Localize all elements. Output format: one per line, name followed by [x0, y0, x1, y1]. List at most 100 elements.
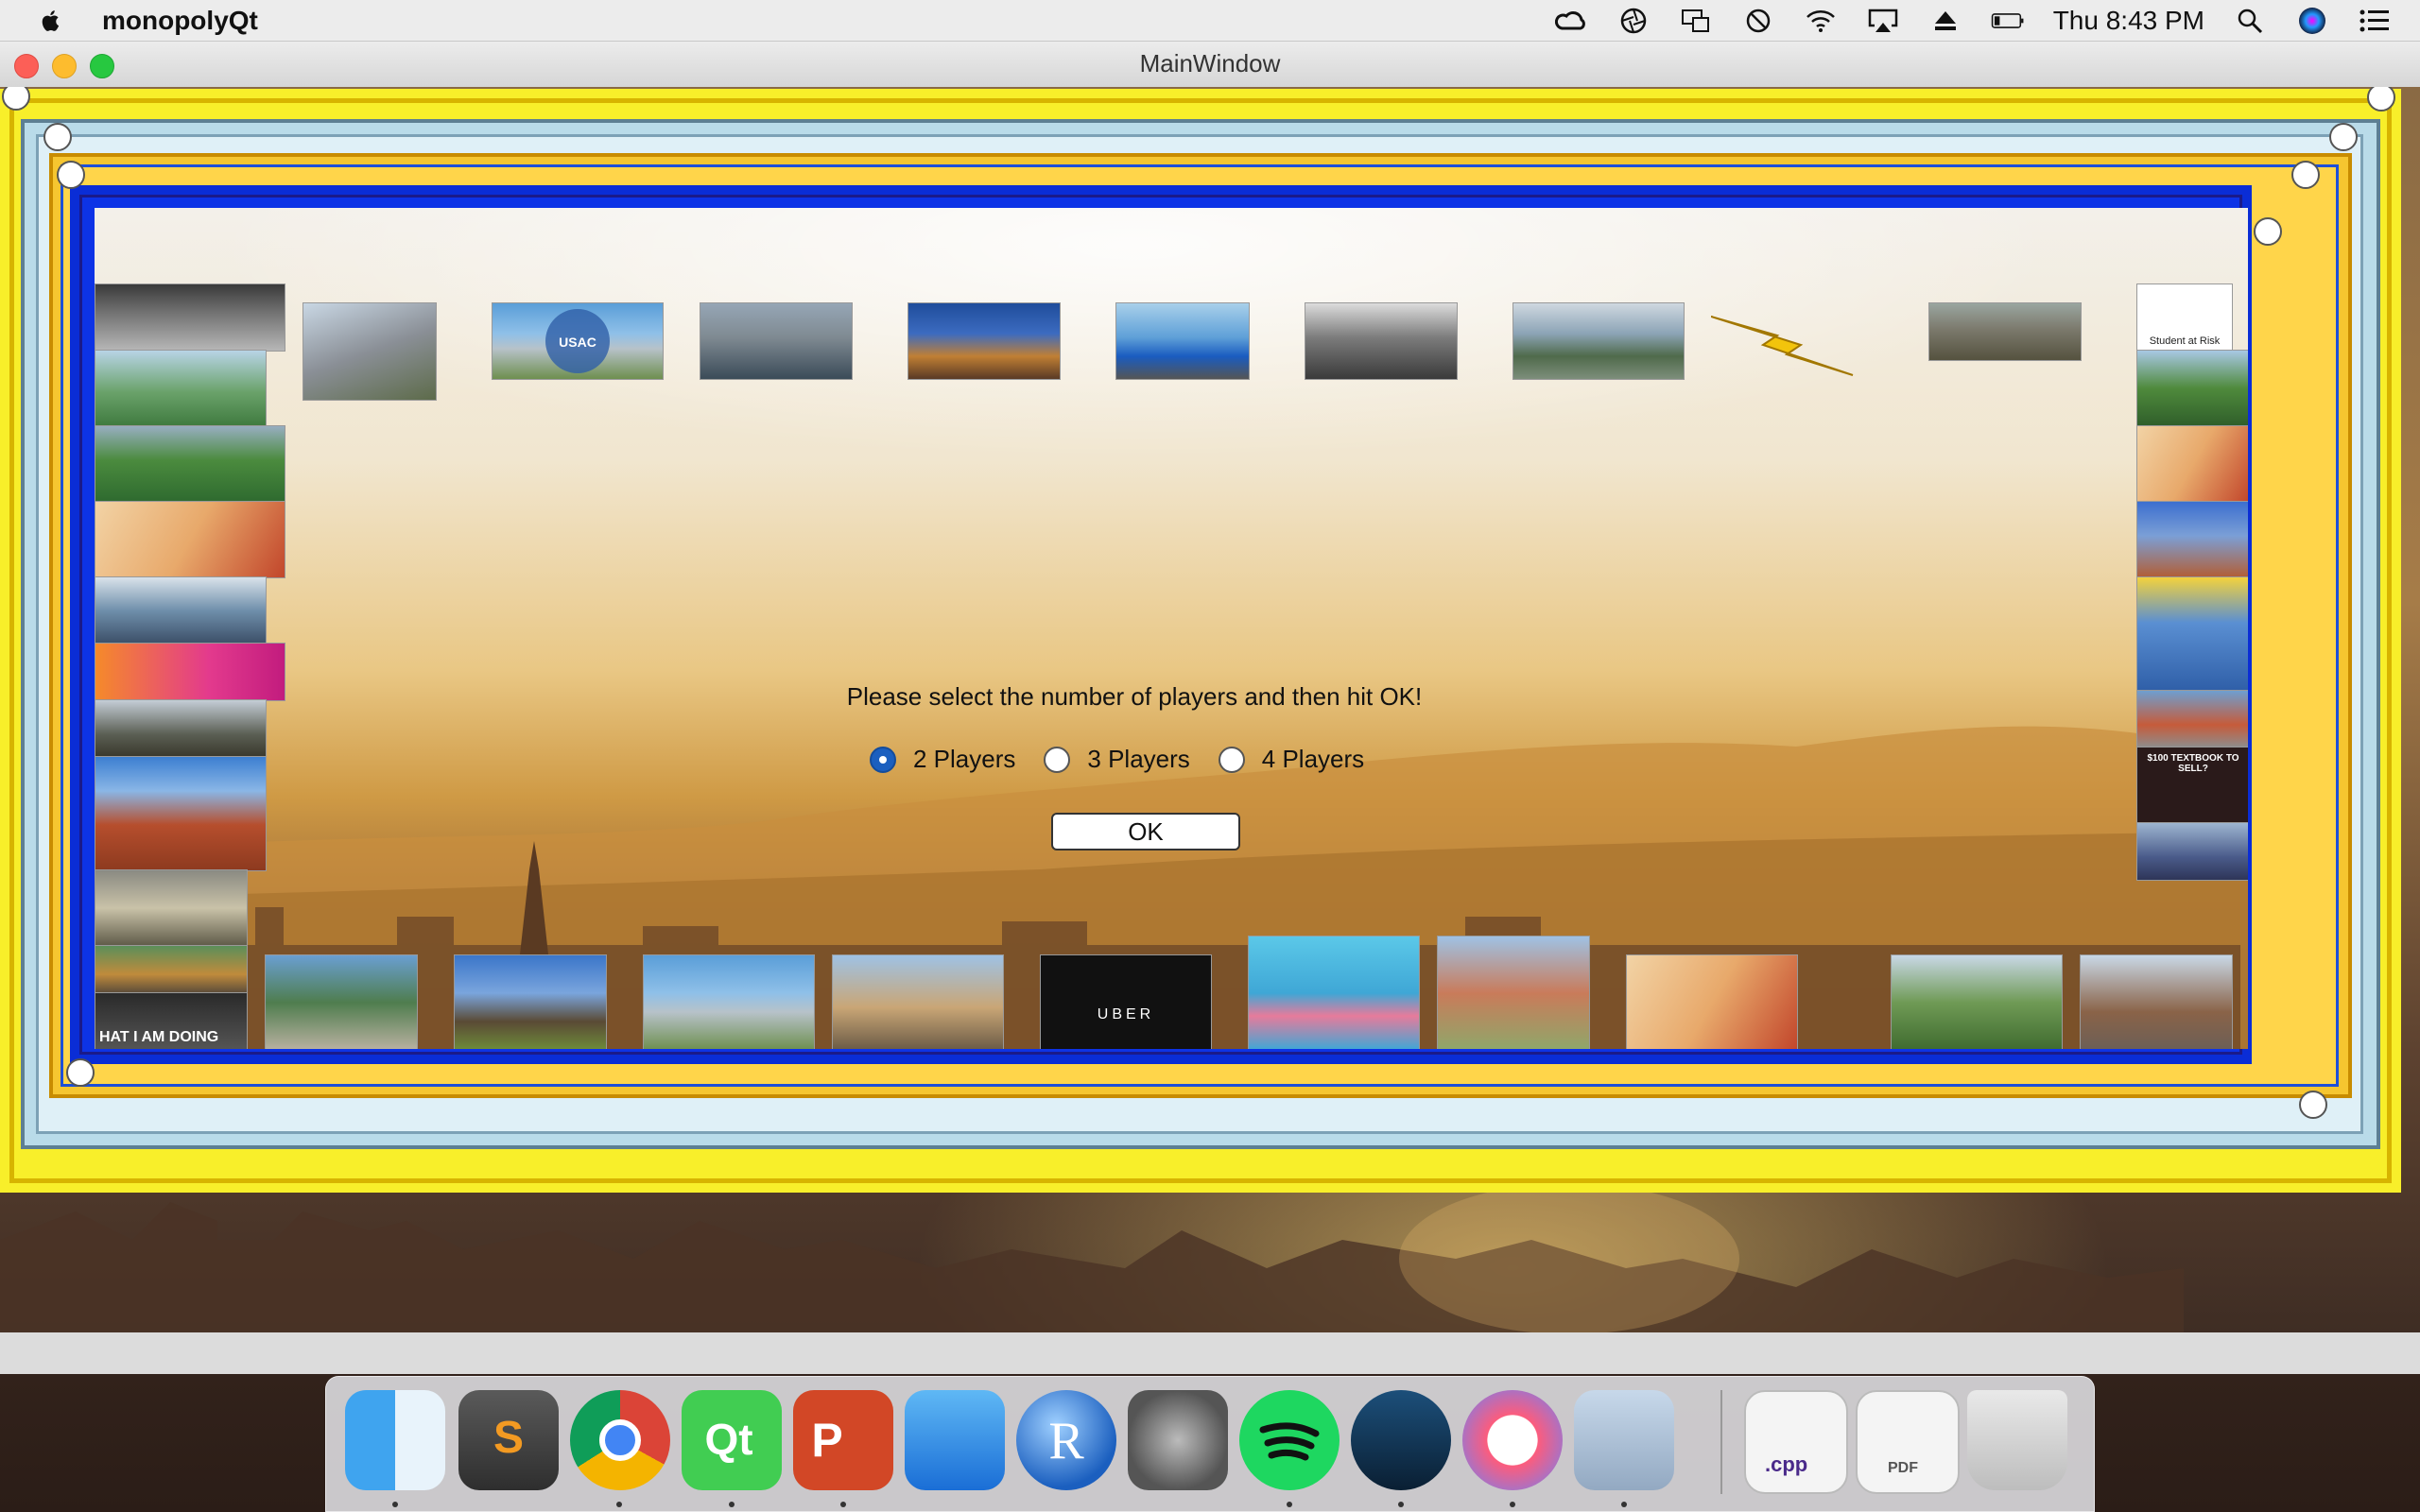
board-tile-taxi-usac[interactable] [2136, 576, 2248, 692]
menu-bar: monopolyQt Thu 8:43 PM [0, 0, 2420, 42]
dock: S Qt P R .cpp PDF [325, 1376, 2095, 1512]
spotify-icon[interactable] [1239, 1390, 1340, 1490]
eject-icon[interactable] [1928, 4, 1962, 38]
radio-button[interactable] [1218, 746, 1245, 773]
board-tile-student-at-risk[interactable]: Student at Risk [2136, 284, 2233, 352]
uber-logo-text: UBER [1097, 1006, 1155, 1022]
window-content: USAC HAT I AM DOING Student at Risk $100… [0, 87, 2420, 1374]
board-tile-textbook[interactable]: $100 TEXTBOOK TO SELL? [2136, 747, 2248, 824]
board-tile-photo[interactable] [2136, 350, 2248, 427]
board-tile-photo[interactable] [832, 954, 1004, 1049]
qt-creator-icon[interactable]: Qt [682, 1390, 782, 1490]
spotlight-search-icon[interactable] [2233, 4, 2267, 38]
ok-button[interactable]: OK [1051, 813, 1240, 850]
board-tile-photo[interactable] [95, 576, 267, 644]
lightning-bolt-icon [1711, 316, 1854, 376]
airplay-icon[interactable] [1866, 4, 1900, 38]
board-tile-usac[interactable]: USAC [492, 302, 664, 380]
do-not-disturb-icon[interactable] [1741, 4, 1775, 38]
sublime-text-icon[interactable]: S [458, 1390, 559, 1490]
board-tile-usac[interactable] [643, 954, 815, 1049]
board-tile-photo[interactable] [265, 954, 418, 1049]
board-tile-photo[interactable] [1928, 302, 2082, 361]
radio-button-selected[interactable] [870, 746, 896, 773]
svg-text:R: R [1048, 1412, 1084, 1470]
cpp-file-icon[interactable]: .cpp [1744, 1390, 1848, 1494]
window-bottom-strip [0, 1332, 2420, 1374]
background-cityscape [0, 1183, 2184, 1334]
finder-icon[interactable] [345, 1390, 445, 1490]
system-preferences-icon[interactable] [1128, 1390, 1228, 1490]
meme-caption: HAT I AM DOING [99, 1029, 219, 1045]
radio-3-players[interactable]: 3 Players [1044, 745, 1190, 774]
board-tile-photo[interactable] [1512, 302, 1685, 380]
board-tile-photo[interactable] [95, 350, 267, 427]
board-tile-photo[interactable] [908, 302, 1061, 380]
frame-resize-handle[interactable] [2329, 123, 2358, 151]
board-tile-photo[interactable] [1437, 936, 1590, 1049]
notification-center-icon[interactable] [2358, 4, 2392, 38]
board-tile-meme[interactable]: HAT I AM DOING [95, 992, 248, 1049]
frame-resize-handle[interactable] [43, 123, 72, 151]
board-tile-photo[interactable] [95, 284, 285, 352]
board-center: USAC HAT I AM DOING Student at Risk $100… [95, 208, 2248, 1049]
board-tile-photo[interactable] [2080, 954, 2233, 1049]
frame-resize-handle[interactable] [2291, 161, 2320, 189]
board-tile-photo[interactable] [700, 302, 853, 380]
aperture-icon[interactable] [1616, 4, 1651, 38]
board-tile-bus[interactable] [1115, 302, 1250, 380]
app-name-menu[interactable]: monopolyQt [102, 6, 258, 36]
powerpoint-icon[interactable]: P [793, 1390, 893, 1490]
radio-4-players[interactable]: 4 Players [1218, 745, 1365, 774]
board-tile-portrait[interactable] [2136, 425, 2248, 503]
r-icon[interactable]: R [1016, 1390, 1116, 1490]
radio-2-players[interactable]: 2 Players [870, 745, 1015, 774]
board-tile-meme-patrick[interactable] [1248, 936, 1420, 1049]
frame-resize-handle[interactable] [66, 1058, 95, 1087]
xcode-beta-icon[interactable] [905, 1390, 1005, 1490]
chrome-icon[interactable] [570, 1390, 670, 1490]
svg-text:P: P [811, 1414, 842, 1467]
board-tile-photo[interactable] [95, 869, 248, 947]
menubar-clock[interactable]: Thu 8:43 PM [2053, 6, 2204, 36]
monopoly-board: USAC HAT I AM DOING Student at Risk $100… [0, 87, 2401, 1193]
board-tile-photo[interactable] [302, 302, 437, 401]
main-window: MainWindow USAC HAT I AM DOING Student a… [0, 42, 2420, 1374]
board-tile-photo[interactable] [2136, 822, 2248, 881]
radio-button[interactable] [1044, 746, 1071, 773]
board-tile-photo[interactable] [2136, 501, 2248, 578]
board-tile-photo[interactable] [454, 954, 607, 1049]
board-tile-portrait[interactable] [95, 501, 285, 578]
board-tile-photo[interactable] [95, 945, 248, 994]
battery-icon[interactable] [1991, 4, 2025, 38]
usac-logo-text: USAC [559, 335, 596, 350]
frame-resize-handle[interactable] [57, 161, 85, 189]
itunes-icon[interactable] [1462, 1390, 1563, 1490]
board-tile-photo[interactable] [1891, 954, 2063, 1049]
board-tile-uber[interactable]: UBER [1040, 954, 1212, 1049]
board-tile-field[interactable] [95, 425, 285, 503]
trash-icon[interactable] [1967, 1390, 2067, 1490]
dock-separator [1720, 1390, 1722, 1494]
player-count-options: 2 Players 3 Players 4 Players [870, 745, 1364, 774]
instruments-icon[interactable] [1574, 1390, 1674, 1490]
board-tile-portrait[interactable] [1626, 954, 1798, 1049]
wifi-icon[interactable] [1804, 4, 1838, 38]
radio-label: 4 Players [1261, 745, 1365, 773]
board-tile-photo[interactable] [1305, 302, 1458, 380]
siri-icon[interactable] [2295, 4, 2329, 38]
frame-resize-handle[interactable] [2254, 217, 2282, 246]
textbook-caption: $100 TEXTBOOK TO SELL? [2147, 753, 2239, 774]
steam-icon[interactable] [1351, 1390, 1451, 1490]
board-tile-royce-hall[interactable] [95, 756, 267, 871]
radio-label: 3 Players [1087, 745, 1190, 773]
svg-text:Qt: Qt [704, 1415, 752, 1464]
pdf-file-icon[interactable]: PDF [1856, 1390, 1960, 1494]
svg-text:S: S [493, 1413, 524, 1463]
apple-icon[interactable] [38, 8, 64, 34]
frame-resize-handle[interactable] [2299, 1091, 2327, 1119]
window-titlebar[interactable]: MainWindow [0, 42, 2420, 88]
player-count-prompt: Please select the number of players and … [846, 682, 1423, 711]
screen-mirroring-icon[interactable] [1679, 4, 1713, 38]
creative-cloud-icon[interactable] [1554, 4, 1588, 38]
